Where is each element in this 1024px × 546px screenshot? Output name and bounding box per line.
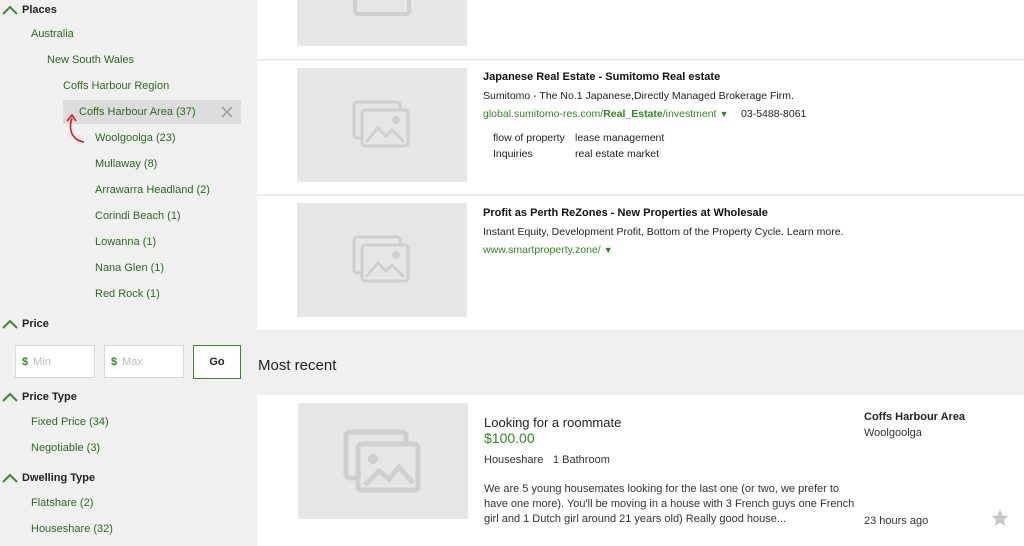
ad-thumbnail[interactable] <box>297 68 467 182</box>
price-max-placeholder: Max <box>122 355 143 368</box>
price-type-fixed[interactable]: Fixed Price (34) <box>31 416 109 428</box>
ad-description: Instant Equity, Development Profit, Bott… <box>483 226 844 238</box>
listing-thumbnail[interactable] <box>298 403 468 519</box>
ad-thumbnail[interactable] <box>297 203 467 317</box>
listing-area: Coffs Harbour Area <box>864 411 966 423</box>
ad-card-partial <box>257 0 1024 60</box>
ad-sitelink[interactable]: real estate market <box>575 148 659 160</box>
ad-description: Sumitomo - The No.1 Japanese,Directly Ma… <box>483 90 794 102</box>
chevron-up-icon <box>2 392 18 402</box>
ad-url[interactable]: global.sumitomo-res.com/Real_Estate/inve… <box>483 108 728 120</box>
ad-url[interactable]: www.smartproperty.zone/▼ <box>483 244 613 256</box>
place-corindi-beach[interactable]: Corindi Beach (1) <box>95 210 181 222</box>
dwelling-type-flatshare[interactable]: Flatshare (2) <box>31 497 93 509</box>
chevron-up-icon <box>2 473 18 483</box>
close-icon[interactable] <box>221 106 233 118</box>
place-nana-glen[interactable]: Nana Glen (1) <box>95 262 164 274</box>
listing-dwelling-type: Houseshare <box>484 454 544 466</box>
place-woolgoolga[interactable]: Woolgoolga (23) <box>95 132 176 144</box>
place-new-south-wales[interactable]: New South Wales <box>47 54 134 66</box>
price-type-negotiable[interactable]: Negotiable (3) <box>31 442 100 454</box>
listing-description: We are 5 young housemates looking for th… <box>484 483 855 525</box>
ad-sitelink[interactable]: lease management <box>575 132 664 144</box>
dwelling-type-houseshare[interactable]: Houseshare (32) <box>31 523 113 535</box>
place-mullaway[interactable]: Mullaway (8) <box>95 158 157 170</box>
star-icon[interactable] <box>990 508 1010 528</box>
price-go-button[interactable]: Go <box>193 345 241 379</box>
ad-thumbnail <box>297 0 467 46</box>
ad-title[interactable]: Japanese Real Estate - Sumitomo Real est… <box>483 71 720 83</box>
ad-sitelink[interactable]: Inquiries <box>493 148 533 160</box>
chevron-up-icon <box>2 319 18 329</box>
back-arrow-icon <box>66 113 85 143</box>
ad-phone[interactable]: 03-5488-8061 <box>741 108 806 120</box>
price-type-heading[interactable]: Price Type <box>0 391 77 403</box>
dollar-icon: $ <box>111 355 118 368</box>
image-placeholder-icon <box>352 100 410 148</box>
image-placeholder-icon <box>353 0 411 16</box>
ad-card-sumitomo[interactable]: Japanese Real Estate - Sumitomo Real est… <box>257 61 1024 195</box>
filter-sidebar: Places Australia New South Wales Coffs H… <box>0 0 256 546</box>
place-arrawarra-headland[interactable]: Arrawarra Headland (2) <box>95 184 210 196</box>
price-heading[interactable]: Price <box>0 318 49 330</box>
ad-card-smartproperty[interactable]: Profit as Perth ReZones - New Properties… <box>257 196 1024 331</box>
price-max-input[interactable]: $ Max <box>104 345 184 378</box>
chevron-up-icon <box>2 5 18 15</box>
image-placeholder-icon <box>343 429 421 493</box>
place-lowanna[interactable]: Lowanna (1) <box>95 236 156 248</box>
price-min-placeholder: Min <box>33 355 51 368</box>
selected-place-label: Coffs Harbour Area (37) <box>79 106 196 118</box>
dwelling-type-heading[interactable]: Dwelling Type <box>0 472 95 484</box>
place-australia[interactable]: Australia <box>31 28 74 40</box>
listing-price: $100.00 <box>484 430 535 446</box>
ad-sitelink[interactable]: flow of property <box>493 132 565 144</box>
places-heading[interactable]: Places <box>0 4 57 16</box>
dollar-icon: $ <box>22 355 29 368</box>
image-placeholder-icon <box>352 235 410 283</box>
place-red-rock[interactable]: Red Rock (1) <box>95 288 160 300</box>
price-min-input[interactable]: $ Min <box>15 345 95 378</box>
ad-title[interactable]: Profit as Perth ReZones - New Properties… <box>483 207 768 219</box>
listing-time: 23 hours ago <box>864 515 929 527</box>
listing-card[interactable]: Looking for a roommate $100.00 Houseshar… <box>257 395 1024 546</box>
listing-title[interactable]: Looking for a roommate <box>484 415 621 430</box>
place-coffs-harbour-area-selected[interactable]: Coffs Harbour Area (37) <box>63 100 241 124</box>
dropdown-arrow-icon[interactable]: ▼ <box>719 109 728 119</box>
listing-suburb: Woolgoolga <box>864 427 922 439</box>
most-recent-heading: Most recent <box>258 357 337 374</box>
place-coffs-harbour-region[interactable]: Coffs Harbour Region <box>63 80 169 92</box>
listing-bathrooms: 1 Bathroom <box>553 454 610 466</box>
dropdown-arrow-icon[interactable]: ▼ <box>604 245 613 255</box>
